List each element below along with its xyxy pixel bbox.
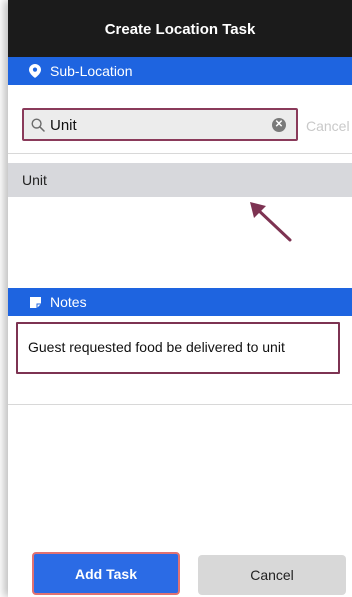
sub-location-header: Sub-Location bbox=[8, 57, 352, 85]
search-row: Unit ✕ Cancel bbox=[8, 85, 352, 153]
cancel-button[interactable]: Cancel bbox=[198, 555, 346, 595]
search-input[interactable]: Unit ✕ bbox=[22, 108, 298, 141]
notes-label: Notes bbox=[50, 294, 87, 310]
location-pin-icon bbox=[28, 64, 42, 78]
create-location-task-screen: Create Location Task Sub-Location Unit ✕… bbox=[8, 0, 352, 597]
clear-icon[interactable]: ✕ bbox=[272, 118, 286, 132]
annotation-arrow bbox=[250, 202, 292, 242]
divider bbox=[8, 404, 352, 405]
add-task-button[interactable]: Add Task bbox=[32, 552, 180, 595]
search-value: Unit bbox=[50, 117, 77, 134]
title-bar: Create Location Task bbox=[8, 0, 352, 57]
note-icon bbox=[28, 295, 42, 309]
notes-field[interactable]: Guest requested food be delivered to uni… bbox=[16, 322, 340, 374]
list-item-label: Unit bbox=[22, 172, 47, 188]
notes-text: Guest requested food be delivered to uni… bbox=[28, 339, 285, 355]
notes-header: Notes bbox=[8, 288, 352, 316]
sub-location-label: Sub-Location bbox=[50, 63, 133, 79]
search-cancel-button[interactable]: Cancel bbox=[306, 118, 350, 134]
page-title: Create Location Task bbox=[104, 21, 256, 38]
divider bbox=[8, 153, 352, 154]
list-item[interactable]: Unit bbox=[8, 163, 352, 197]
search-icon bbox=[31, 118, 45, 132]
